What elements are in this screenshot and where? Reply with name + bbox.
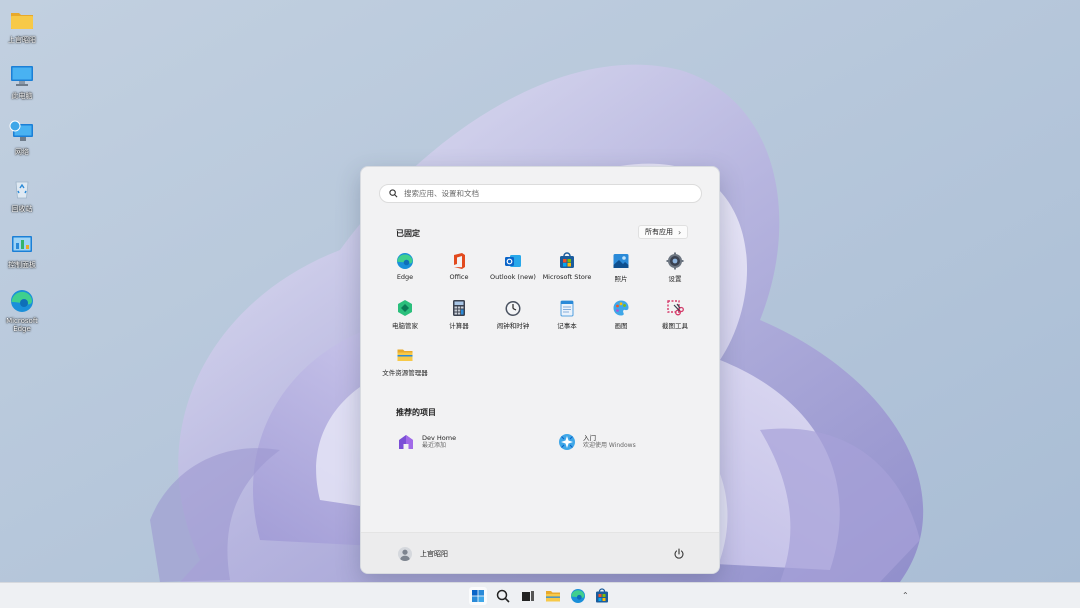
user-account-button[interactable]: 上官昭阳: [398, 547, 448, 561]
task-view-icon[interactable]: [519, 587, 537, 605]
search-icon[interactable]: [494, 587, 512, 605]
notepad-icon: [560, 300, 574, 317]
chevron-right-icon: ›: [678, 227, 682, 237]
get-started-icon: [559, 434, 575, 450]
pinned-app-photos[interactable]: 照片: [593, 252, 649, 283]
pinned-app-snipping-tool[interactable]: 截图工具: [647, 299, 703, 330]
file-explorer-icon[interactable]: [544, 587, 562, 605]
avatar: [398, 547, 412, 561]
recommended-section-title: 推荐的项目: [396, 408, 436, 417]
start-icon[interactable]: [469, 587, 487, 605]
all-apps-button[interactable]: 所有应用 ›: [638, 225, 689, 239]
control-panel-icon: [12, 236, 32, 252]
pinned-app-clock[interactable]: 闹钟和时钟: [485, 299, 541, 330]
settings-icon: [666, 252, 684, 270]
dev-home-icon: [399, 435, 413, 449]
pinned-app-pc-manager[interactable]: 电脑管家: [377, 299, 433, 330]
edge-icon: [11, 290, 33, 312]
recycle-bin-icon: [15, 181, 29, 199]
pinned-app-notepad[interactable]: 记事本: [539, 299, 595, 330]
start-search-box[interactable]: [379, 184, 702, 203]
pinned-app-microsoft-store[interactable]: Microsoft Store: [539, 252, 595, 281]
pinned-app-file-explorer[interactable]: 文件资源管理器: [377, 346, 433, 377]
edge-icon[interactable]: [569, 587, 587, 605]
pinned-app-calculator[interactable]: 计算器: [431, 299, 487, 330]
desktop-icon-network[interactable]: 网络: [0, 118, 44, 156]
recommended-item-dev-home[interactable]: Dev Home 最近添加: [397, 433, 456, 451]
chevron-up-icon[interactable]: ⌃: [902, 591, 909, 600]
network-icon: [9, 120, 33, 141]
desktop-icon-recycle-bin[interactable]: 回收站: [0, 175, 44, 213]
photos-icon: [613, 254, 629, 268]
search-icon: [389, 189, 398, 198]
taskbar: ⌃: [0, 582, 1080, 608]
desktop-icon-label: 上官昭阳: [8, 36, 36, 44]
edge-icon: [397, 253, 413, 269]
paint-icon: [613, 300, 629, 316]
pinned-section-title: 已固定: [396, 229, 420, 238]
pc-manager-icon: [398, 300, 412, 316]
desktop-icon-control-panel[interactable]: 控制面板: [0, 231, 44, 269]
all-apps-label: 所有应用: [645, 228, 673, 236]
store-icon[interactable]: [593, 587, 611, 605]
desktop-icon-label: 此电脑: [11, 92, 33, 100]
desktop-icon-label: 控制面板: [8, 261, 36, 269]
office-icon: [454, 253, 465, 269]
desktop-icon-label: Microsoft Edge: [6, 317, 38, 333]
desktop-icon-edge[interactable]: Microsoft Edge: [0, 287, 44, 333]
start-menu: 已固定 所有应用 › Edge Office Outlook (new): [360, 166, 720, 574]
pinned-app-outlook[interactable]: Outlook (new): [485, 252, 541, 281]
pinned-app-paint[interactable]: 画图: [593, 299, 649, 330]
user-name: 上官昭阳: [420, 550, 448, 558]
pinned-app-settings[interactable]: 设置: [647, 252, 703, 283]
file-explorer-icon: [397, 349, 413, 361]
recommended-item-get-started[interactable]: 入门 欢迎使用 Windows: [558, 433, 636, 451]
folder-icon: [11, 13, 33, 29]
start-search-input[interactable]: [404, 189, 684, 198]
outlook-icon: [505, 255, 521, 267]
store-icon: [560, 252, 574, 268]
power-icon[interactable]: [673, 548, 685, 560]
clock-icon: [505, 301, 521, 316]
desktop-icon-user-folder[interactable]: 上官昭阳: [0, 6, 44, 44]
calculator-icon: [453, 300, 465, 316]
pinned-app-edge[interactable]: Edge: [377, 252, 433, 281]
start-menu-footer: 上官昭阳: [361, 532, 719, 573]
computer-icon: [11, 66, 33, 86]
pinned-app-office[interactable]: Office: [431, 252, 487, 281]
snipping-tool-icon: [667, 300, 684, 316]
desktop-icon-this-pc[interactable]: 此电脑: [0, 62, 44, 100]
user-icon: [400, 549, 410, 561]
desktop-icon-label: 回收站: [11, 205, 33, 213]
desktop-icon-label: 网络: [15, 148, 29, 156]
